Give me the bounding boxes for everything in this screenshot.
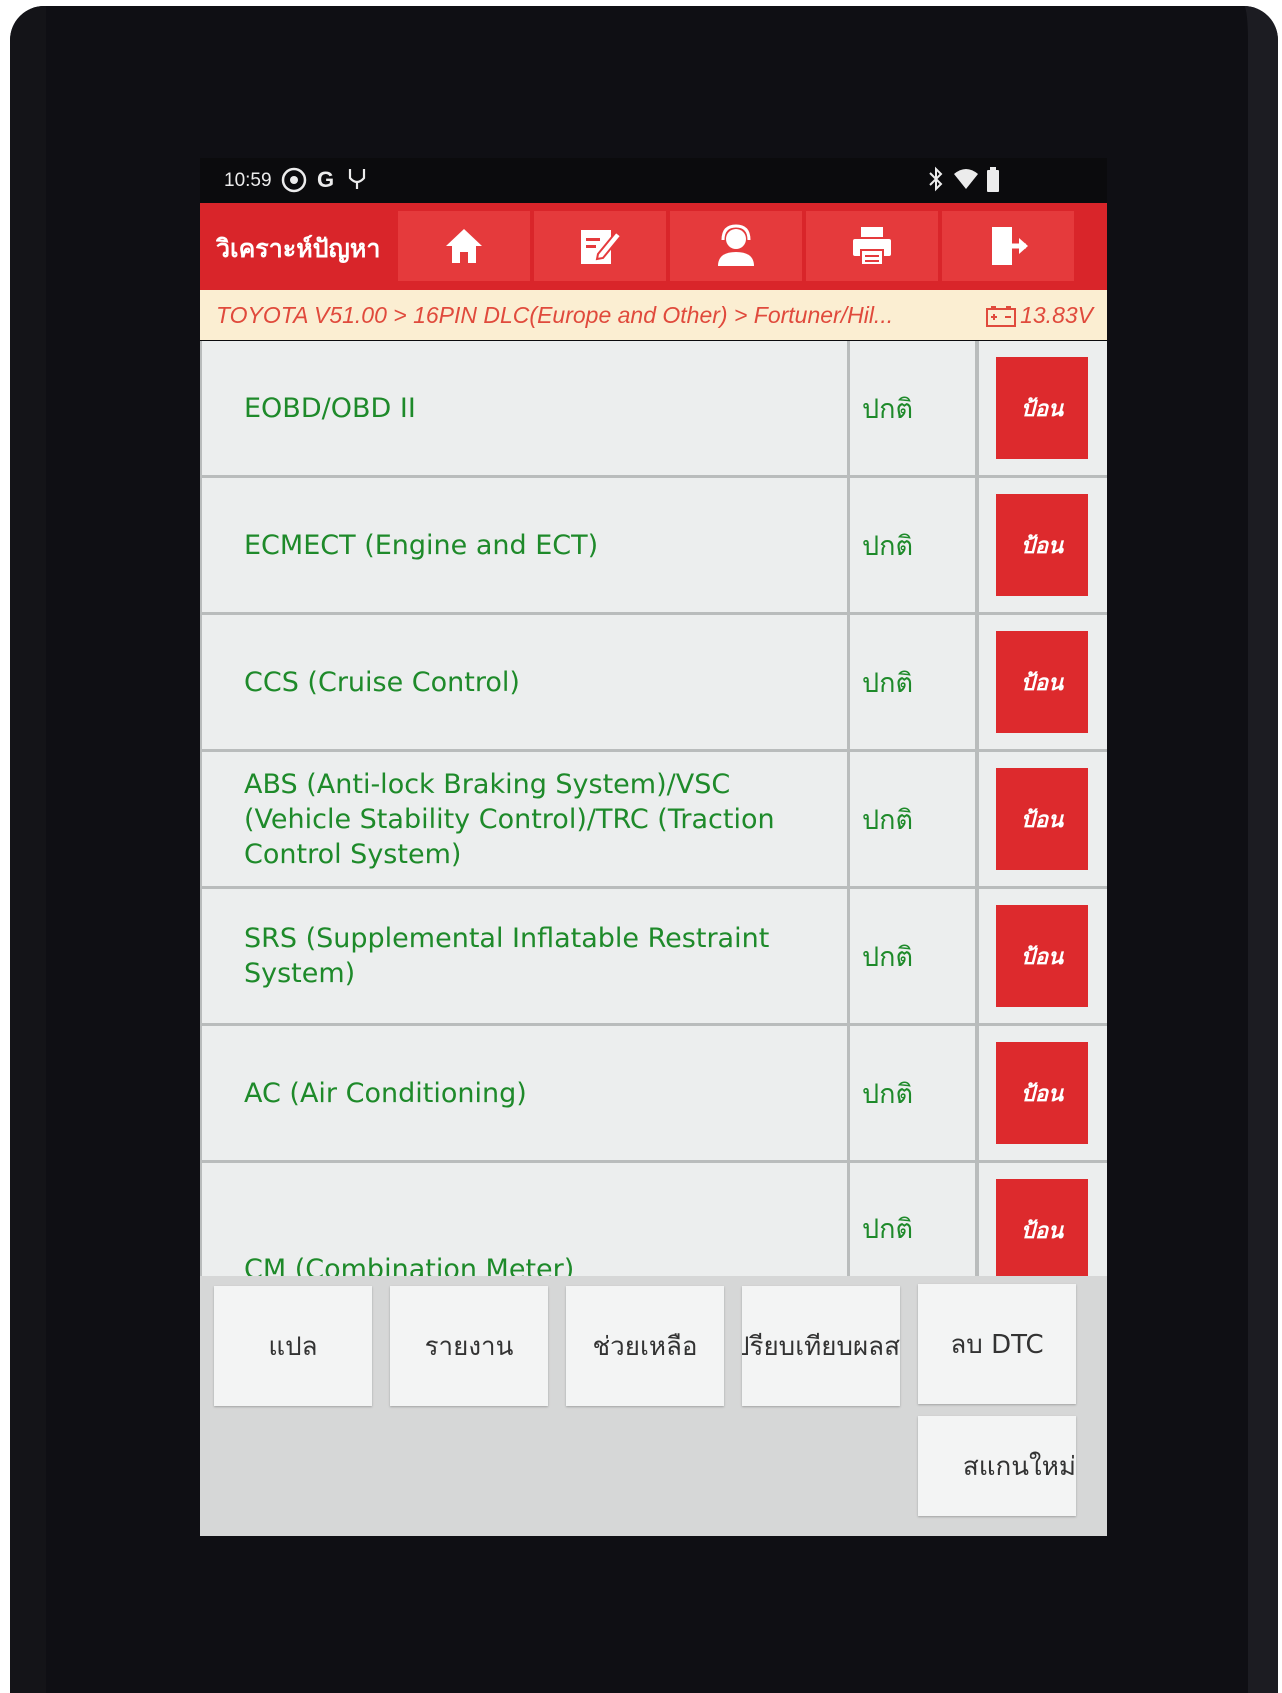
wifi-icon [952, 166, 980, 200]
action-cell: ป้อน [979, 615, 1107, 749]
system-name: ECMECT (Engine and ECT) [202, 478, 847, 612]
support-agent-icon [718, 224, 754, 266]
home-icon [446, 229, 482, 263]
system-name: ABS (Anti-lock Braking System)/VSC (Vehi… [202, 752, 847, 886]
breadcrumb-path: TOYOTA V51.00 > 16PIN DLC(Europe and Oth… [216, 302, 894, 328]
system-name: EOBD/OBD II [202, 341, 847, 475]
print-button[interactable] [806, 211, 938, 281]
system-status: ปกติ [850, 615, 975, 749]
page-title: วิเคราะห์ปัญหา [216, 234, 381, 263]
report-button[interactable]: รายงาน [390, 1286, 548, 1406]
enter-button[interactable]: ป้อน [996, 1042, 1088, 1144]
enter-button[interactable]: ป้อน [996, 631, 1088, 733]
device-frame: 10:59 G วิเคราะห์ปัญหา TOYOTA V51.00 > 1… [10, 6, 1278, 1693]
bluetooth-icon [928, 166, 944, 200]
status-bar: 10:59 G [200, 158, 1107, 202]
car-battery-icon [986, 305, 1017, 327]
list-item: SRS (Supplemental Inflatable Restraint S… [200, 889, 1107, 1023]
home-button[interactable] [398, 211, 530, 281]
help-button[interactable]: ช่วยเหลือ [566, 1286, 724, 1406]
action-cell: ป้อน [979, 341, 1107, 475]
list-item: EOBD/OBD II ปกติ ป้อน [200, 341, 1107, 475]
battery-icon [986, 166, 1000, 202]
exit-icon [992, 227, 1028, 265]
breadcrumb: TOYOTA V51.00 > 16PIN DLC(Europe and Oth… [200, 290, 1107, 340]
translate-button[interactable]: แปล [214, 1286, 372, 1406]
remote-support-button[interactable] [670, 211, 802, 281]
system-status: ปกติ [850, 478, 975, 612]
action-cell: ป้อน [979, 478, 1107, 612]
enter-button[interactable]: ป้อน [996, 494, 1088, 596]
system-name: AC (Air Conditioning) [202, 1026, 847, 1160]
system-status: ปกติ [850, 889, 975, 1023]
exit-button[interactable] [942, 211, 1074, 281]
diagnostic-icon [346, 166, 368, 200]
rescan-button[interactable]: สแกนใหม่ [918, 1416, 1076, 1516]
print-icon [853, 227, 891, 266]
system-status: ปกติ [850, 1026, 975, 1160]
enter-button[interactable]: ป้อน [996, 357, 1088, 459]
voltage-value: 13.83V [1020, 302, 1093, 328]
system-status: ปกติ [850, 1163, 975, 1276]
system-status: ปกติ [850, 341, 975, 475]
action-cell: ป้อน [979, 1163, 1107, 1276]
system-name: SRS (Supplemental Inflatable Restraint S… [202, 889, 847, 1023]
list-item: CCS (Cruise Control) ปกติ ป้อน [200, 615, 1107, 749]
list-item: CM (Combination Meter) ปกติ ป้อน [200, 1163, 1107, 1276]
enter-button[interactable]: ป้อน [996, 768, 1088, 870]
action-cell: ป้อน [979, 889, 1107, 1023]
action-cell: ป้อน [979, 1026, 1107, 1160]
device-screen: 10:59 G วิเคราะห์ปัญหา TOYOTA V51.00 > 1… [200, 158, 1107, 1536]
app-toolbar: วิเคราะห์ปัญหา [200, 203, 1107, 290]
status-time: 10:59 [224, 170, 272, 191]
enter-button[interactable]: ป้อน [996, 905, 1088, 1007]
clear-dtc-button[interactable]: ลบ DTC [918, 1284, 1076, 1404]
system-name: CM (Combination Meter) [202, 1163, 847, 1276]
system-status: ปกติ [850, 752, 975, 886]
list-item: AC (Air Conditioning) ปกติ ป้อน [200, 1026, 1107, 1160]
enter-button[interactable]: ป้อน [996, 1179, 1088, 1276]
edit-icon [581, 230, 622, 264]
settings-notification-icon [280, 166, 308, 202]
google-icon: G [317, 167, 335, 192]
battery-voltage: 13.83V [986, 302, 1093, 329]
list-item: ABS (Anti-lock Braking System)/VSC (Vehi… [200, 752, 1107, 886]
edit-button[interactable] [534, 211, 666, 281]
compare-button[interactable]: เปรียบเทียบผลส [742, 1286, 900, 1406]
action-cell: ป้อน [979, 752, 1107, 886]
action-bar: แปล รายงาน ช่วยเหลือ เปรียบเทียบผลส ลบ D… [200, 1276, 1107, 1536]
system-name: CCS (Cruise Control) [202, 615, 847, 749]
list-item: ECMECT (Engine and ECT) ปกติ ป้อน [200, 478, 1107, 612]
system-list: EOBD/OBD II ปกติ ป้อน ECMECT (Engine and… [200, 341, 1107, 1276]
